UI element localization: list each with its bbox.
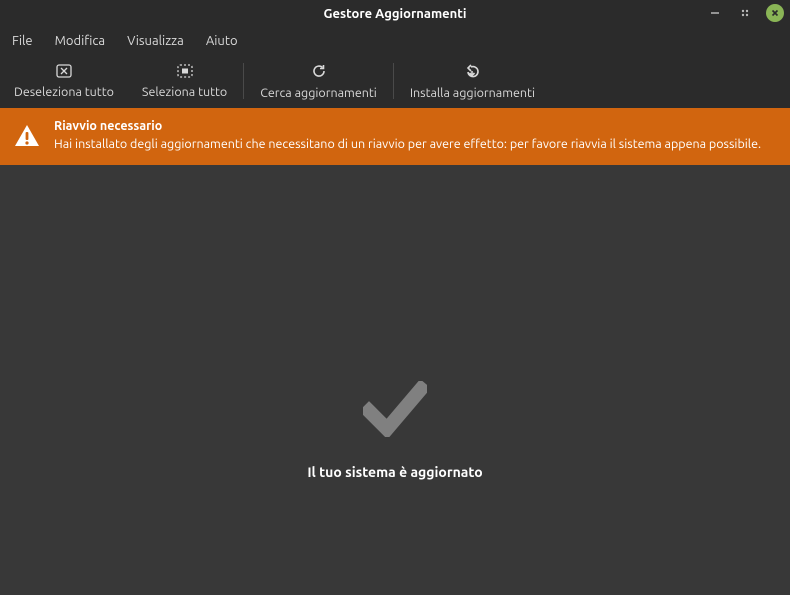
status-text: Il tuo sistema è aggiornato [307,464,482,480]
menu-help[interactable]: Aiuto [202,32,242,50]
warning-icon [14,124,40,151]
refresh-icon [311,63,327,82]
toolbar-separator [243,63,244,99]
menu-file[interactable]: File [8,32,37,50]
minimize-button[interactable] [706,4,724,22]
window-controls [706,4,784,22]
banner-message: Hai installato degli aggiornamenti che n… [54,137,761,151]
banner-text: Riavvio necessario Hai installato degli … [54,118,761,153]
install-label: Installa aggiornamenti [410,86,535,100]
menubar: File Modifica Visualizza Aiuto [0,28,790,54]
menu-edit[interactable]: Modifica [51,32,109,50]
refresh-label: Cerca aggiornamenti [260,86,377,100]
install-button[interactable]: Installa aggiornamenti [396,54,549,108]
close-button[interactable] [766,4,784,22]
deselect-all-button[interactable]: Deseleziona tutto [0,54,128,108]
deselect-all-label: Deseleziona tutto [14,85,114,99]
main-content: Il tuo sistema è aggiornato [0,165,790,595]
banner-title: Riavvio necessario [54,118,761,136]
menu-view[interactable]: Visualizza [123,32,188,50]
restart-banner: Riavvio necessario Hai installato degli … [0,108,790,165]
check-icon [363,381,427,440]
maximize-button[interactable] [736,4,754,22]
refresh-button[interactable]: Cerca aggiornamenti [246,54,391,108]
titlebar: Gestore Aggiornamenti [0,0,790,28]
deselect-icon [56,64,72,81]
toolbar: Deseleziona tutto Seleziona tutto Cerca … [0,54,790,108]
install-icon [464,63,480,82]
select-all-icon [177,64,193,81]
select-all-button[interactable]: Seleziona tutto [128,54,241,108]
select-all-label: Seleziona tutto [142,85,227,99]
toolbar-separator [393,63,394,99]
window-title: Gestore Aggiornamenti [324,7,467,21]
